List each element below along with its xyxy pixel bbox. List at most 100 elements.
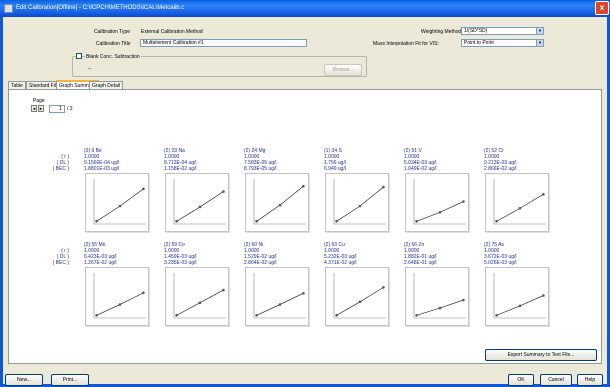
element-card: (1) 34 S 1.0000 1.756 ug/l 6.949 ug/l <box>324 148 394 232</box>
data-point <box>222 288 225 292</box>
element-card: (2) 66 Zn 1.0000 1.882E-01 ug/l 2.648E-01 u… <box>404 242 474 326</box>
calibration-plot <box>333 179 386 225</box>
element-card: (2) 63 Cu 1.0000 5.232E-03 ug/l 4.371E-02 u… <box>324 242 394 326</box>
calibration-title-input[interactable]: Multielement Calibration #1 <box>140 39 307 47</box>
element-card: (2) 60 Ni 1.0000 1.529E-02 ug/l 2.864E-02 u… <box>244 242 314 326</box>
data-point <box>358 300 362 304</box>
calibration-plot <box>413 273 466 319</box>
data-point <box>462 298 465 302</box>
element-bec-value: 1.158E-02 ug/l <box>164 166 197 172</box>
data-point <box>175 314 178 317</box>
cancel-button[interactable]: Cancel <box>540 374 572 386</box>
graph-summary-panel: Page ◄ ► 1 / 3 ( r )( DL )( BEC )( r )( … <box>8 89 602 364</box>
data-point <box>142 187 145 191</box>
data-point <box>495 314 498 317</box>
data-point <box>335 314 338 317</box>
element-card: (2) 55 Mn 1.0000 6.423E-03 ug/l 1.267E-02 u… <box>84 242 154 326</box>
calibration-graph[interactable] <box>485 267 549 326</box>
data-point <box>518 206 522 210</box>
element-card: (2) 52 Cr 1.0000 9.213E-03 ug/l 2.866E-02 u… <box>484 148 554 232</box>
calibration-graph[interactable] <box>485 173 549 232</box>
data-point <box>222 190 225 193</box>
calibration-plot <box>173 273 226 319</box>
calibration-graph[interactable] <box>245 267 309 326</box>
calibration-graph[interactable] <box>325 173 389 232</box>
data-point <box>462 200 465 203</box>
data-point <box>95 314 98 317</box>
data-point <box>542 294 545 297</box>
chevron-down-icon: ▼ <box>536 40 543 46</box>
calibration-graph[interactable] <box>165 267 229 326</box>
data-point <box>278 303 282 306</box>
element-bec-value: 8.793E-05 ug/l <box>244 166 277 172</box>
window-title: Edit Calibration[Offline] - C:\ICPCH\MET… <box>16 5 185 11</box>
browse-button[interactable]: Browse... <box>324 64 362 76</box>
data-point <box>495 220 498 223</box>
calibration-graph[interactable] <box>165 173 229 232</box>
mass-interpolation-select[interactable]: Point to Point ▼ <box>461 39 544 47</box>
window-titlebar[interactable]: Edit Calibration[Offline] - C:\ICPCH\MET… <box>0 0 610 17</box>
app-icon <box>4 4 13 13</box>
calibration-plot <box>253 179 306 225</box>
blank-subtraction-label: Blank Conc. Subtraction <box>85 54 141 60</box>
element-card: (2) 24 Mg 1.0000 7.583E-05 ug/l 8.793E-05 u… <box>244 148 314 232</box>
data-point <box>255 220 258 223</box>
data-point <box>542 193 545 196</box>
calibration-title-label: Calibration Title <box>96 41 131 47</box>
calibration-graph[interactable] <box>405 173 469 232</box>
blank-file-value: -- <box>88 66 92 72</box>
data-point <box>255 314 258 317</box>
prev-page-button[interactable]: ◄ <box>31 105 37 112</box>
calibration-type-value: External Calibration Method <box>141 29 203 35</box>
data-point <box>335 220 338 223</box>
row-label: ( BEC ) <box>52 260 69 266</box>
calibration-graph[interactable] <box>405 267 469 326</box>
calibration-graph[interactable] <box>245 173 309 232</box>
mass-interpolation-value: Point to Point <box>464 40 494 46</box>
calibration-plot <box>93 273 146 319</box>
data-point <box>358 204 362 208</box>
data-point <box>118 204 122 208</box>
chevron-down-icon: ▼ <box>536 28 543 34</box>
blank-subtraction-checkbox[interactable] <box>76 53 82 59</box>
close-icon[interactable]: x <box>595 1 609 15</box>
data-point <box>382 185 385 189</box>
element-bec-value: 3.235E-03 ug/l <box>164 260 197 266</box>
calibration-type-label: Calibration Type <box>94 29 131 35</box>
weighting-method-value: 1/(SD*SD) <box>464 28 488 34</box>
new-button[interactable]: New... <box>5 374 43 386</box>
element-card: (2) 23 Na 1.0000 8.713E-04 ug/l 1.158E-02 u… <box>164 148 234 232</box>
element-bec-value: 2.648E-01 ug/l <box>404 260 437 266</box>
export-summary-button[interactable]: Export Summary to Text File... <box>485 349 597 361</box>
data-point <box>518 304 522 308</box>
ok-button[interactable]: OK <box>508 374 534 386</box>
next-page-button[interactable]: ► <box>38 105 44 112</box>
element-card: (2) 59 Co 1.0000 1.459E-03 ug/l 3.235E-03 u… <box>164 242 234 326</box>
calibration-graph[interactable] <box>85 173 149 232</box>
data-point <box>415 220 418 223</box>
page-number-input[interactable]: 1 <box>49 105 65 113</box>
data-point <box>198 301 202 304</box>
calibration-plot <box>93 179 146 225</box>
calibration-plot <box>493 273 546 319</box>
element-bec-value: 5.026E-03 ug/l <box>484 260 517 266</box>
row-label: ( BEC ) <box>52 166 69 172</box>
element-bec-value: 6.949 ug/l <box>324 166 346 172</box>
mass-interpolation-label: Mass Interpolation Fit for VIS: <box>373 41 439 47</box>
calibration-plot <box>413 179 466 225</box>
calibration-graph[interactable] <box>85 267 149 326</box>
data-point <box>382 286 385 289</box>
calibration-graph[interactable] <box>325 267 389 326</box>
data-point <box>175 220 178 223</box>
data-point <box>198 205 202 209</box>
page-label: Page <box>33 98 45 104</box>
element-card: (3) 9 Be 1.0000 9.1566E-04 ug/l 1.8801E-03 … <box>84 148 154 232</box>
print-button[interactable]: Print... <box>51 374 89 386</box>
weighting-method-select[interactable]: 1/(SD*SD) ▼ <box>461 27 544 35</box>
calibration-line <box>256 185 304 222</box>
help-button[interactable]: Help <box>577 374 603 386</box>
data-point <box>118 303 122 306</box>
data-point <box>302 184 305 188</box>
element-card: (2) 51 V 1.0000 5.034E-03 ug/l 1.049E-02 ug… <box>404 148 474 232</box>
data-point <box>438 211 442 214</box>
